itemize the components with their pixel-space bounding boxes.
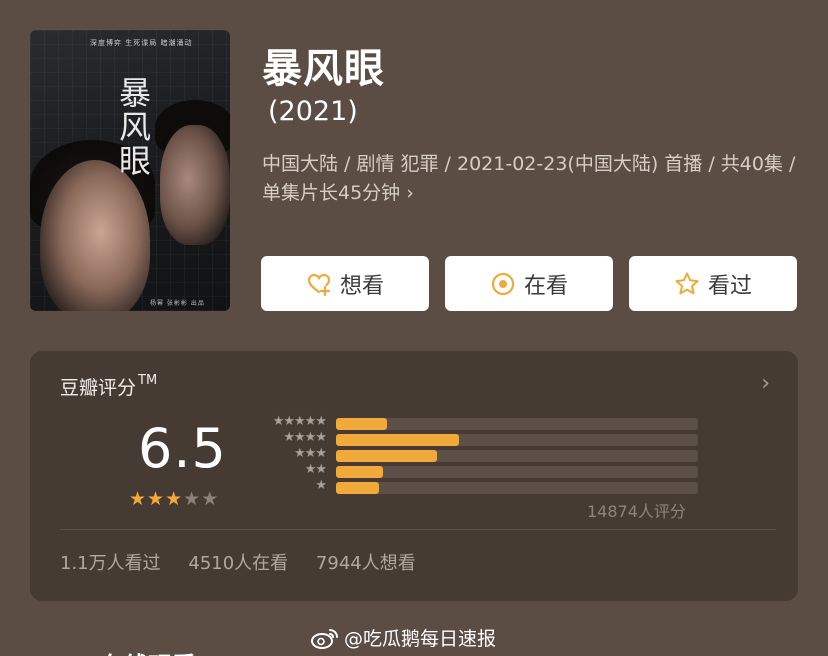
distribution-row-2-star: ★★ [256,462,698,478]
distribution-star-label: ★★ [304,462,327,477]
show-meta[interactable]: 中国大陆 / 剧情 犯罪 / 2021-02-23(中国大陆) 首播 / 共40… [262,150,802,208]
rating-score: 6.5 [138,417,227,480]
distribution-row-4-star: ★★★★ [256,430,698,446]
want-to-watch-label: 想看 [339,273,384,299]
show-meta-text: 中国大陆 / 剧情 犯罪 / 2021-02-23(中国大陆) 首播 / 共40… [262,153,796,204]
star-filled-icon: ★ [165,488,184,510]
weibo-icon [311,628,338,649]
poster-credits: 杨幂 张彬彬 出品 [150,300,205,307]
distribution-bar [336,434,459,446]
want-count[interactable]: 7944人想看 [316,553,416,574]
rating-count: 14874人评分 [587,502,686,521]
distribution-bar [336,466,383,478]
poster-figure-male [160,125,230,245]
distribution-track [336,450,698,462]
watermark-text: @吃瓜鹅每日速报 [344,628,497,650]
watched-label: 看过 [707,273,752,299]
chevron-right-icon[interactable]: › [761,371,770,396]
distribution-bar [336,482,379,494]
poster-calligraphy-title: 暴风眼 [114,76,152,178]
distribution-row-3-star: ★★★ [256,446,698,462]
distribution-star-label: ★★★★ [283,430,327,445]
distribution-bar [336,450,437,462]
distribution-star-label: ★ [315,478,327,493]
distribution-track [336,466,698,478]
section-title-online-watch: 在线观看 [100,646,196,656]
star-filled-icon: ★ [147,488,166,510]
trademark-mark: TM [138,373,158,388]
poster-image[interactable]: 深度博弈 生死谍局 暗潮涌动 暴风眼 杨幂 张彬彬 出品 [30,30,230,311]
watermark: @吃瓜鹅每日速报 [310,624,496,651]
distribution-star-label: ★★★ [294,446,327,461]
rating-stars: ★★★★★ [129,488,219,510]
rating-card-title: 豆瓣评分 [60,377,137,399]
heart-plus-icon [307,273,331,296]
distribution-row-1-star: ★ [256,478,698,494]
distribution-star-label: ★★★★★ [272,414,327,429]
watching-button[interactable]: 在看 [445,256,613,311]
watching-label: 在看 [523,273,568,299]
want-to-watch-button[interactable]: 想看 [261,256,429,311]
poster-tagline: 深度博弈 生死谍局 暗潮涌动 [90,39,193,47]
watching-count[interactable]: 4510人在看 [188,553,288,574]
distribution-track [336,482,698,494]
poster-figure-female [40,160,150,311]
distribution-row-5-star: ★★★★★ [256,414,698,430]
douban-rating-card[interactable]: 豆瓣评分 TM › 6.5 ★★★★★ ★★★★★ ★★★★ ★★★ ★★ ★ 14874… [30,351,798,601]
distribution-bar [336,418,387,430]
star-outline-icon [675,272,699,294]
rating-card-header: 豆瓣评分 TM [60,373,157,400]
star-empty-icon: ★ [183,488,202,510]
watched-button[interactable]: 看过 [629,256,797,311]
target-icon [491,272,515,295]
star-empty-icon: ★ [201,488,220,510]
distribution-track [336,434,698,446]
divider [60,529,776,530]
watched-count[interactable]: 1.1万人看过 [60,553,161,574]
distribution-track [336,418,698,430]
release-year: (2021) [268,96,358,127]
star-filled-icon: ★ [129,488,148,510]
page-title: 暴风眼 [262,46,385,92]
chevron-right-icon: › [406,182,414,204]
audience-stats: 1.1万人看过 4510人在看 7944人想看 [60,549,436,575]
